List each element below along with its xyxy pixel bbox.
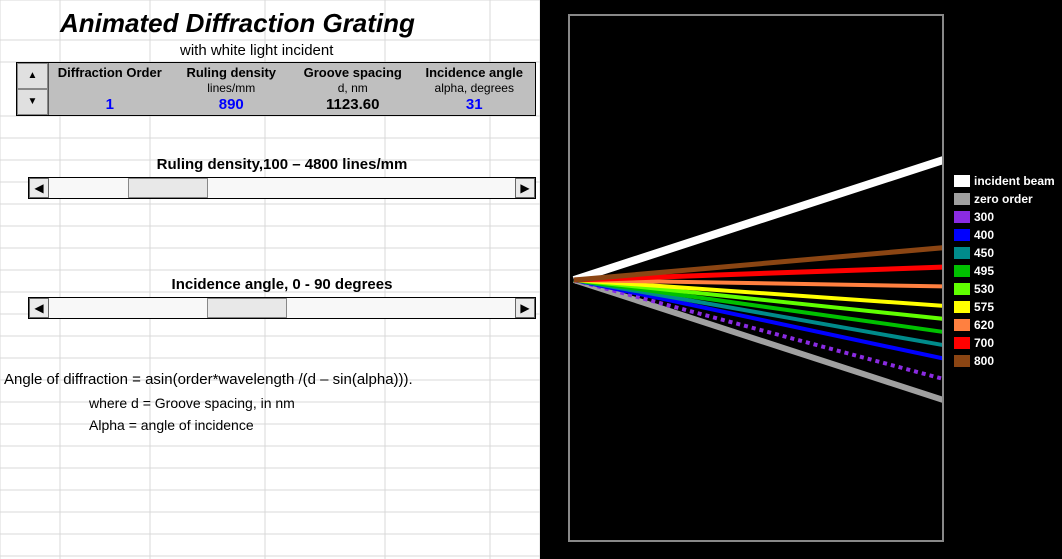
incidence-slider-right-arrow[interactable]: ▶ <box>515 298 535 318</box>
legend-item: 300 <box>954 208 1058 226</box>
legend-label: incident beam <box>974 174 1055 188</box>
legend-swatch <box>954 355 970 367</box>
legend-swatch <box>954 229 970 241</box>
incidence-slider[interactable]: ◀ ▶ <box>28 297 536 319</box>
legend-swatch <box>954 283 970 295</box>
parameter-row: ▲ ▼ Diffraction Order 1 Ruling density l… <box>16 62 536 116</box>
legend-swatch <box>954 337 970 349</box>
param-ruling-val: 890 <box>175 96 289 113</box>
legend-swatch <box>954 175 970 187</box>
legend-item: 495 <box>954 262 1058 280</box>
chart-legend: incident beam zero order 300 400 450 495 530 57… <box>954 172 1058 370</box>
legend-label: 300 <box>974 210 994 224</box>
ruling-slider-thumb[interactable] <box>128 178 208 198</box>
order-down-button[interactable]: ▼ <box>17 89 48 115</box>
legend-item: 450 <box>954 244 1058 262</box>
param-alpha: Incidence angle alpha, degrees 31 <box>414 63 536 115</box>
param-spacing: Groove spacing d, nm 1123.60 <box>292 63 414 115</box>
legend-swatch <box>954 265 970 277</box>
legend-item: 400 <box>954 226 1058 244</box>
ruling-slider-left-arrow[interactable]: ◀ <box>29 178 49 198</box>
param-ruling: Ruling density lines/mm 890 <box>171 63 293 115</box>
formula-line2: where d = Groove spacing, in nm <box>89 392 413 414</box>
legend-label: 400 <box>974 228 994 242</box>
legend-label: 700 <box>974 336 994 350</box>
param-alpha-sub: alpha, degrees <box>418 81 532 95</box>
formula-line3: Alpha = angle of incidence <box>89 414 413 436</box>
incidence-slider-label: Incidence angle, 0 - 90 degrees <box>28 276 536 293</box>
spreadsheet-panel: Animated Diffraction Grating with white … <box>0 0 540 559</box>
legend-item: 800 <box>954 352 1058 370</box>
legend-label: zero order <box>974 192 1033 206</box>
param-ruling-sub: lines/mm <box>175 81 289 95</box>
param-alpha-val: 31 <box>418 96 532 113</box>
incidence-slider-track[interactable] <box>49 298 515 318</box>
param-spacing-sub: d, nm <box>296 81 410 95</box>
legend-label: 495 <box>974 264 994 278</box>
beam-plot <box>570 16 944 542</box>
param-spacing-head: Groove spacing <box>296 65 410 80</box>
legend-label: 620 <box>974 318 994 332</box>
legend-item: incident beam <box>954 172 1058 190</box>
param-alpha-head: Incidence angle <box>418 65 532 80</box>
legend-item: 620 <box>954 316 1058 334</box>
legend-label: 530 <box>974 282 994 296</box>
param-order-head: Diffraction Order <box>53 65 167 80</box>
legend-swatch <box>954 301 970 313</box>
legend-item: 530 <box>954 280 1058 298</box>
chart-panel: incident beam zero order 300 400 450 495 530 57… <box>540 0 1062 559</box>
legend-item: 700 <box>954 334 1058 352</box>
diffraction-chart <box>568 14 944 542</box>
legend-item: zero order <box>954 190 1058 208</box>
legend-label: 575 <box>974 300 994 314</box>
param-order-val: 1 <box>53 96 167 113</box>
legend-swatch <box>954 319 970 331</box>
legend-label: 450 <box>974 246 994 260</box>
param-order: Diffraction Order 1 <box>49 63 171 115</box>
ruling-slider-track[interactable] <box>49 178 515 198</box>
incidence-slider-block: Incidence angle, 0 - 90 degrees ◀ ▶ <box>28 276 536 319</box>
incidence-slider-thumb[interactable] <box>207 298 287 318</box>
order-up-button[interactable]: ▲ <box>17 63 48 89</box>
ruling-slider[interactable]: ◀ ▶ <box>28 177 536 199</box>
legend-swatch <box>954 193 970 205</box>
legend-swatch <box>954 247 970 259</box>
legend-label: 800 <box>974 354 994 368</box>
legend-item: 575 <box>954 298 1058 316</box>
param-ruling-head: Ruling density <box>175 65 289 80</box>
legend-swatch <box>954 211 970 223</box>
ruling-slider-block: Ruling density,100 – 4800 lines/mm ◀ ▶ <box>28 156 536 199</box>
subtitle: with white light incident <box>180 42 333 59</box>
param-spacing-val: 1123.60 <box>296 96 410 113</box>
order-spinner: ▲ ▼ <box>17 63 49 115</box>
ruling-slider-right-arrow[interactable]: ▶ <box>515 178 535 198</box>
page-title: Animated Diffraction Grating <box>60 8 415 39</box>
formula-line1: Angle of diffraction = asin(order*wavele… <box>4 368 413 392</box>
incidence-slider-left-arrow[interactable]: ◀ <box>29 298 49 318</box>
ruling-slider-label: Ruling density,100 – 4800 lines/mm <box>28 156 536 173</box>
formula-block: Angle of diffraction = asin(order*wavele… <box>4 368 413 437</box>
